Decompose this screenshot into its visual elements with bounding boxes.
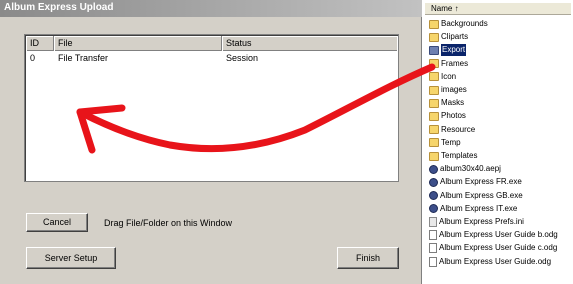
folder-icon [429,138,439,148]
drag-instruction: Drag File/Folder on this Window [104,218,233,228]
list-item[interactable]: Album Express IT.exe [429,203,573,215]
folder-icon [429,98,439,108]
list-item[interactable]: Album Express Prefs.ini [429,216,573,228]
exe-icon [429,204,438,214]
item-label: Album Express Prefs.ini [439,217,524,226]
item-label: Album Express GB.exe [440,190,523,200]
document-icon [429,256,437,267]
column-header-file[interactable]: File [54,36,222,51]
folder-icon [429,125,439,135]
row-id-cell: 0 [30,53,36,63]
item-label: Photos [441,111,466,121]
column-header-id[interactable]: ID [26,36,54,51]
name-column-header[interactable]: Name ↑ [425,3,571,15]
name-column-label: Name ↑ [431,4,459,13]
cancel-button[interactable]: Cancel [26,213,88,232]
transfer-list[interactable]: ID File Status 0 File Transfer Session [24,34,399,182]
item-label: Icon [441,71,457,81]
folder-icon [429,19,439,29]
folder-icon [429,85,439,95]
file-explorer-pane: Name ↑ Backgrounds Cliparts Export Frames Ic… [423,0,573,284]
dialog-titlebar[interactable]: Album Express Upload [0,0,422,17]
item-label: Resource [441,124,476,134]
item-label: Album Express FR.exe [440,177,522,187]
folder-icon [429,111,439,121]
exe-icon [429,177,438,187]
project-file-icon [429,164,438,174]
row-status-cell: Session [226,53,259,63]
list-item[interactable]: Photos [429,110,573,122]
list-item[interactable]: Album Express FR.exe [429,176,573,188]
list-item[interactable]: Masks [429,97,573,109]
folder-icon [429,45,439,55]
folder-icon [429,32,439,42]
document-icon [429,230,437,241]
item-label: Frames [441,58,469,68]
folder-icon [429,72,439,82]
list-item[interactable]: Export [429,44,573,57]
item-label: Album Express User Guide.odg [439,256,552,266]
list-item[interactable]: images [429,84,573,96]
item-label: Templates [441,151,478,160]
ini-file-icon [429,217,437,227]
item-label: Album Express User Guide c.odg [439,243,558,253]
list-item[interactable]: Album Express User Guide b.odg [429,229,573,241]
document-icon [429,243,437,254]
list-item[interactable]: Backgrounds [429,18,573,30]
exe-icon [429,191,438,201]
list-item[interactable]: Icon [429,71,573,83]
item-label: Album Express User Guide b.odg [439,230,558,240]
item-label: images [441,85,467,94]
upload-dialog: Album Express Upload ID File Status 0 Fi… [0,0,422,284]
table-row[interactable]: 0 File Transfer Session [26,52,397,64]
folder-icon [429,59,439,69]
list-item[interactable]: Frames [429,58,573,70]
item-label: album30x40.aepj [440,164,501,174]
server-setup-button[interactable]: Server Setup [26,247,116,269]
list-item[interactable]: Resource [429,124,573,136]
item-label: Masks [441,98,465,108]
item-label: Temp [441,137,461,147]
list-item[interactable]: album30x40.aepj [429,163,573,175]
list-item[interactable]: Album Express User Guide c.odg [429,242,573,254]
item-label: Cliparts [441,32,469,42]
folder-icon [429,151,439,161]
list-item[interactable]: Cliparts [429,31,573,43]
list-item[interactable]: Album Express GB.exe [429,190,573,202]
list-item[interactable]: Album Express User Guide.odg [429,256,573,268]
item-label: Album Express IT.exe [440,203,518,213]
list-item[interactable]: Templates [429,150,573,162]
finish-button[interactable]: Finish [337,247,399,269]
item-label: Export [441,44,467,57]
item-label: Backgrounds [441,19,488,28]
list-header: ID File Status [26,36,397,51]
column-header-status[interactable]: Status [222,36,397,51]
list-item[interactable]: Temp [429,137,573,149]
dialog-title: Album Express Upload [4,2,114,13]
row-file-cell: File Transfer [58,53,109,63]
